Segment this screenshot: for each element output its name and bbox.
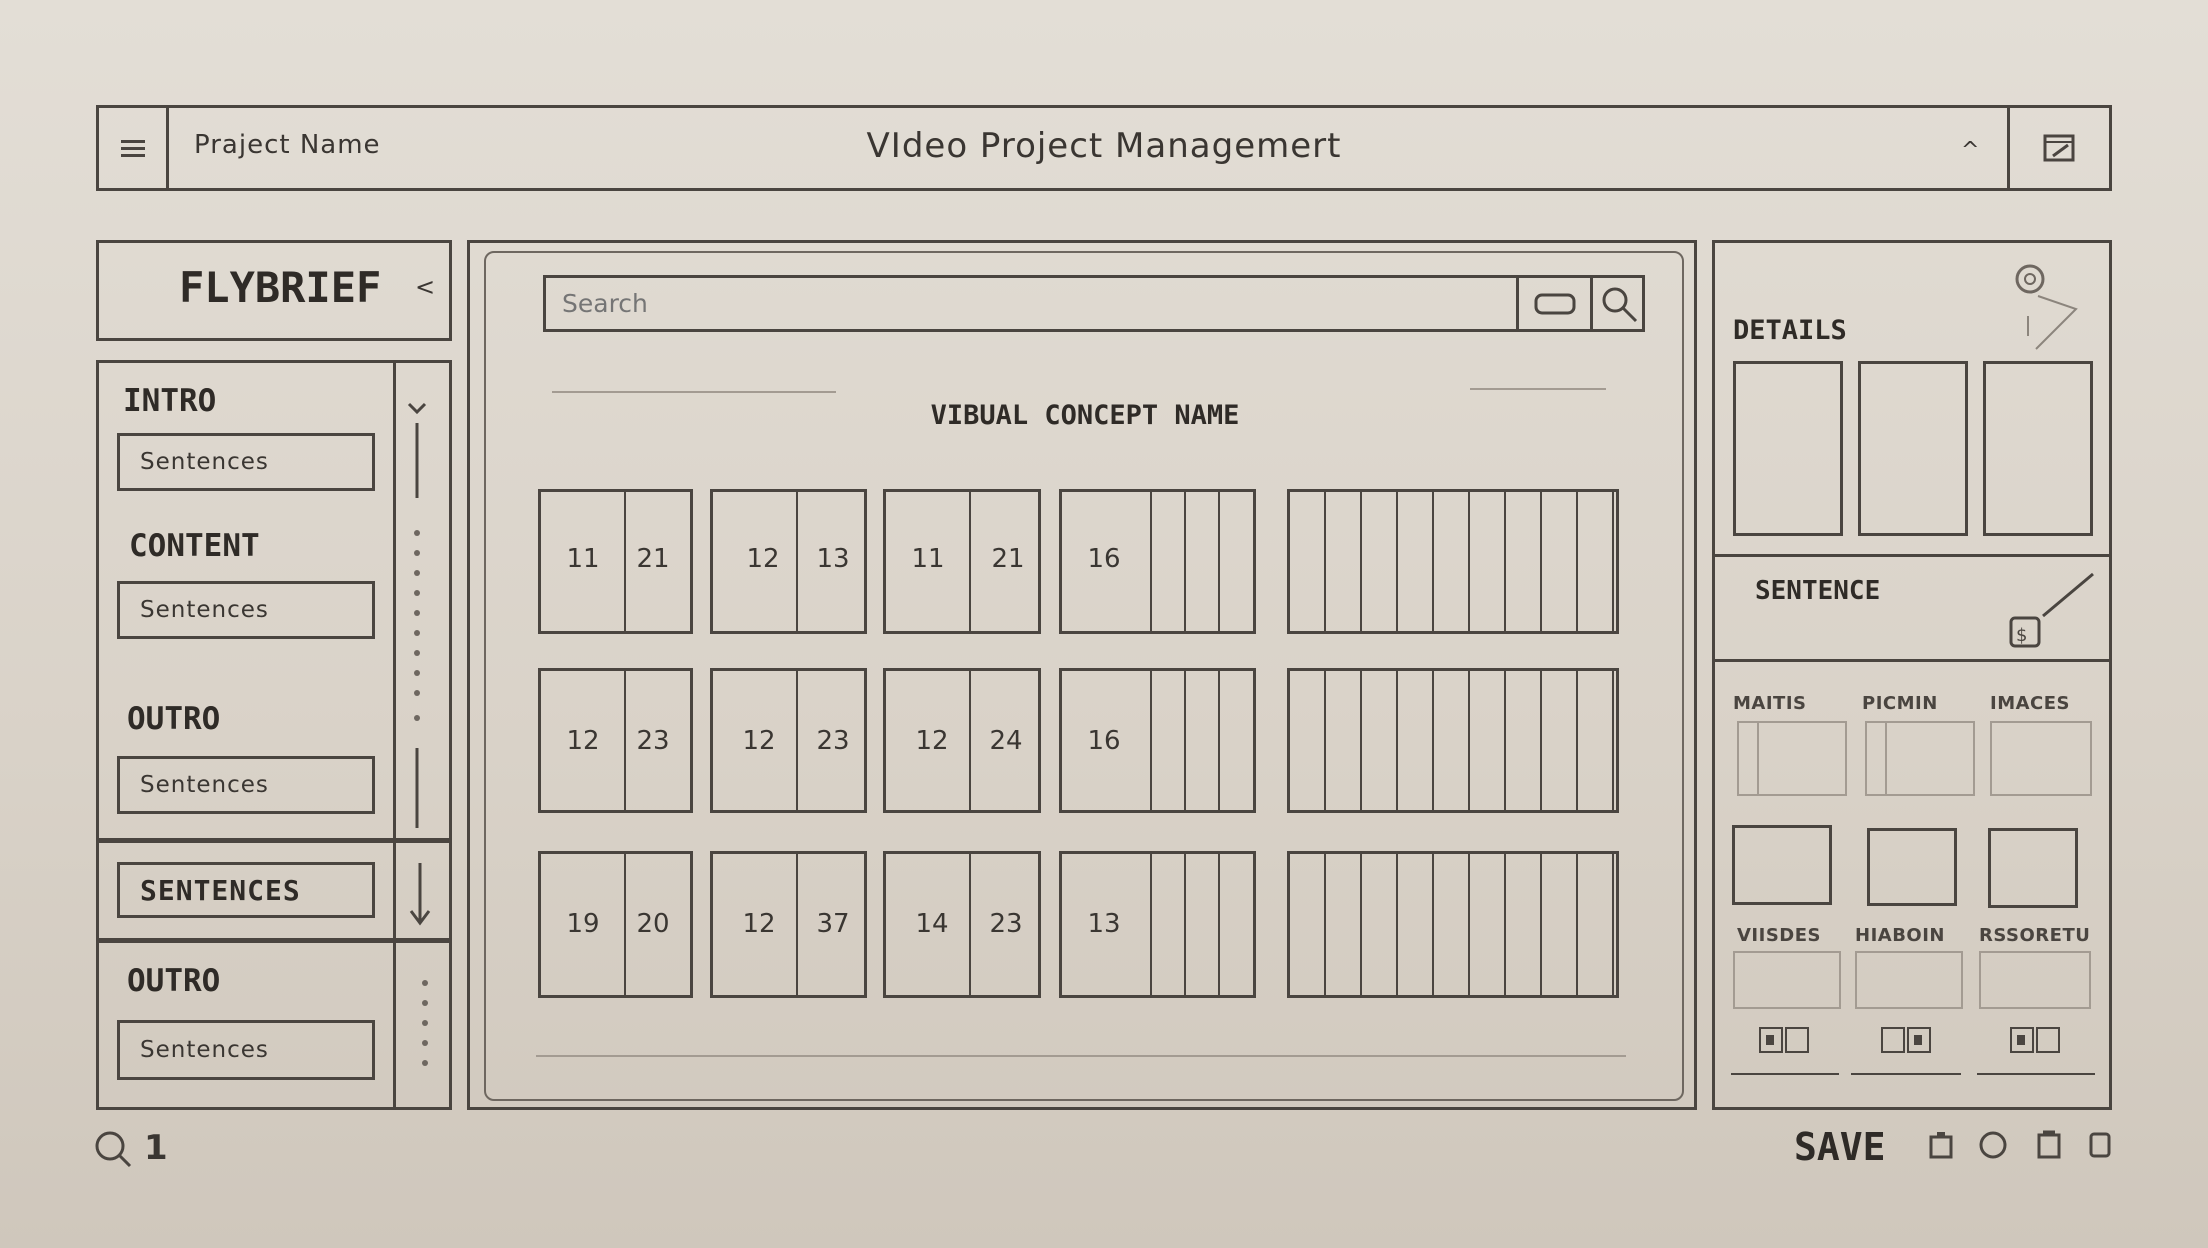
frame-pair[interactable]: 12 23 [538,668,693,813]
media-slot[interactable] [1865,721,1975,796]
sentence-label: SENTENCE [1755,576,1881,606]
media-slot[interactable] [1979,951,2091,1009]
frame-number: 21 [991,544,1025,574]
page-title: VIdeo Project Managemert [866,126,1342,166]
frame-number: 20 [636,909,670,939]
media-tile[interactable] [1988,828,2078,908]
edit-window-icon [2043,134,2074,162]
frame-number: 13 [1087,909,1121,939]
frame-number: 13 [816,544,850,574]
media-label: VIISDES [1737,925,1821,946]
frame-pair[interactable]: 12 24 [883,668,1041,813]
media-slot[interactable] [1737,721,1847,796]
brand-panel: FLYBRIEF < [96,240,452,341]
frame-strip[interactable]: 13 [1059,851,1256,998]
frame-number: 12 [742,909,776,939]
frame-pair[interactable]: 11 21 [538,489,693,634]
frame-number: 24 [989,726,1023,756]
thumbnail[interactable] [1858,361,1968,536]
media-label: PICMIN [1862,693,1938,714]
save-button[interactable]: SAVE [1794,1125,1886,1169]
media-label: IMACES [1990,693,2071,714]
frame-number: 23 [989,909,1023,939]
section-heading: CONTENT [129,528,260,564]
header-bar: Praject Name VIdeo Project Managemert ^ [96,105,2112,191]
sentences-button[interactable]: SENTENCES [117,862,375,918]
frame-strip-wide[interactable] [1287,489,1619,634]
pin-tag-icon [2015,264,2078,350]
outro-sentences-field[interactable]: Sentences [117,756,375,814]
frame-number: 11 [911,544,945,574]
brand-title: FLYBRIEF [179,263,382,312]
frame-number: 21 [636,544,670,574]
section-heading: OUTRO [127,963,221,999]
outline-scrollbar[interactable] [399,398,439,838]
main-panel: VIBUAL CONCEPT NAME 11 21 12 13 11 21 16 [467,240,1697,1110]
frame-number: 12 [742,726,776,756]
frame-strip[interactable]: 16 [1059,489,1256,634]
frame-strip-wide[interactable] [1287,668,1619,813]
details-title: DETAILS [1733,315,1847,346]
media-label: MAITIS [1733,693,1807,714]
storyboard-grid: 11 21 12 13 11 21 16 12 23 12 23 12 24 1… [470,243,1694,1107]
edit-pen-icon[interactable]: $ [2005,568,2105,658]
intro-sentences-field[interactable]: Sentences [117,433,375,491]
frame-number: 23 [816,726,850,756]
edit-button[interactable] [2007,108,2109,188]
section-heading: INTRO [123,383,217,419]
document-icon[interactable] [2036,1129,2062,1159]
thumbnail[interactable] [1733,361,1843,536]
page-number: 1 [144,1128,168,1168]
media-controls-icon[interactable] [1880,1026,1940,1056]
details-panel: DETAILS SENTENCE $ MAITIS PICMIN IMACES … [1712,240,2112,1110]
content-sentences-field[interactable]: Sentences [117,581,375,639]
media-label: RSSORETU [1979,925,2091,946]
media-label: HIABOIN [1855,925,1945,946]
frame-number: 16 [1087,544,1121,574]
media-controls-icon[interactable] [2009,1026,2069,1056]
frame-strip[interactable]: 16 [1059,668,1256,813]
frame-pair[interactable]: 12 23 [710,668,867,813]
square-icon[interactable] [2088,1130,2112,1160]
frame-pair[interactable]: 19 20 [538,851,693,998]
frame-strip-wide[interactable] [1287,851,1619,998]
media-tile[interactable] [1732,825,1832,905]
media-tile[interactable] [1867,828,1957,906]
svg-text:$: $ [2016,625,2027,646]
frame-number: 14 [915,909,949,939]
thumbnail[interactable] [1983,361,2093,536]
arrow-down-icon[interactable] [405,861,435,931]
frame-number: 12 [915,726,949,756]
frame-pair[interactable]: 12 13 [710,489,867,634]
outro-panel: OUTRO Sentences [96,940,452,1110]
frame-pair[interactable]: 12 37 [710,851,867,998]
outline-panel: INTRO Sentences CONTENT Sentences OUTRO … [96,360,452,841]
media-slot[interactable] [1855,951,1963,1009]
frame-number: 23 [636,726,670,756]
mini-scrollbar[interactable] [415,973,435,1083]
frame-pair[interactable]: 14 23 [883,851,1041,998]
search-icon[interactable] [94,1130,134,1170]
frame-pair[interactable]: 11 21 [883,489,1041,634]
clipboard-icon[interactable] [1928,1130,1954,1160]
frame-number: 16 [1087,726,1121,756]
media-slot[interactable] [1990,721,2092,796]
circle-icon[interactable] [1978,1130,2008,1160]
section-heading: OUTRO [127,701,221,737]
chevron-up-icon[interactable]: ^ [1961,138,1979,163]
frame-number: 37 [816,909,850,939]
collapse-chevron-icon[interactable]: < [415,273,435,301]
media-slot[interactable] [1733,951,1841,1009]
outro2-sentences-field[interactable]: Sentences [117,1020,375,1080]
sentences-panel: SENTENCES [96,840,452,941]
media-controls-icon[interactable] [1758,1026,1818,1056]
